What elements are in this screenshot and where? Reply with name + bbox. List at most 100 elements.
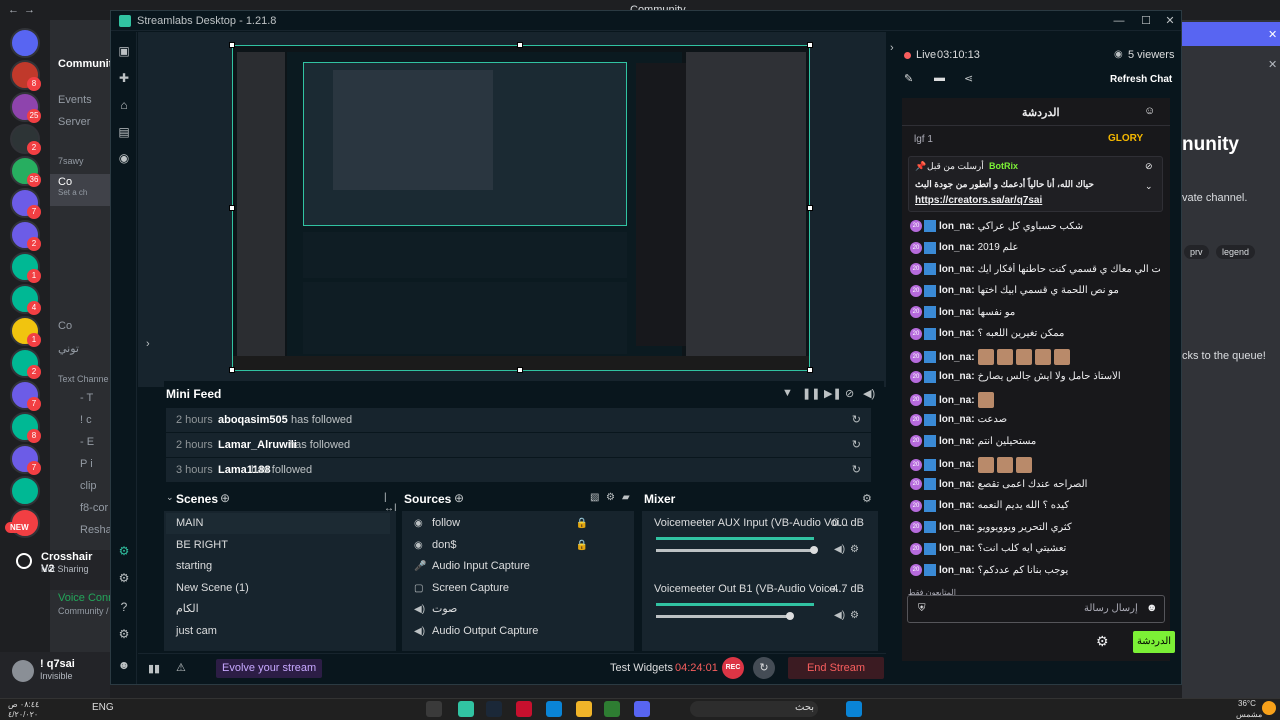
maximize-icon[interactable]: ☐: [1137, 13, 1155, 29]
properties-icon[interactable]: ⚙: [606, 492, 615, 503]
lock-icon[interactable]: 🔒: [576, 535, 588, 556]
app2-icon[interactable]: [604, 701, 620, 717]
chat-username[interactable]: lon_na:: [939, 371, 975, 382]
scene-item[interactable]: BE RIGHT: [166, 535, 390, 556]
mute-icon[interactable]: ◀): [834, 610, 845, 621]
channel-2[interactable]: Co: [58, 320, 72, 332]
text-channel-item[interactable]: - T: [80, 392, 93, 404]
server-icon[interactable]: [10, 476, 40, 506]
channel-3[interactable]: توني: [58, 342, 79, 355]
mute-icon[interactable]: ◀): [834, 544, 845, 555]
resize-handle-ml[interactable]: [229, 205, 235, 211]
add-scene-icon[interactable]: ⊕: [220, 491, 230, 505]
gear-icon[interactable]: ⚙: [117, 627, 131, 641]
scene-item[interactable]: just cam: [166, 621, 390, 642]
pinned-link[interactable]: https://creators.sa/ar/q7sai: [915, 195, 1042, 206]
source-item[interactable]: ◉ follow 🔒: [404, 513, 628, 534]
edge-icon[interactable]: [546, 701, 562, 717]
channel-settings-icon[interactable]: ⚙: [850, 610, 859, 621]
chat-username[interactable]: lon_na:: [939, 307, 975, 318]
server-icon[interactable]: 1: [10, 252, 41, 283]
events-link[interactable]: Events: [58, 94, 92, 106]
streamlabs-taskbar-icon[interactable]: [458, 701, 474, 717]
chat-settings-icon[interactable]: ⚙: [1096, 633, 1109, 650]
chat-username[interactable]: lon_na:: [939, 436, 975, 447]
tag-prv[interactable]: prv: [1184, 245, 1209, 259]
stream-preview[interactable]: [232, 45, 810, 371]
avatar[interactable]: [12, 660, 34, 682]
steam-icon[interactable]: [486, 701, 502, 717]
feed-row[interactable]: 2 hours aboqasim505 has followed ↻: [166, 408, 871, 432]
chevron-down-icon[interactable]: ⌄: [1145, 181, 1153, 192]
text-channel-item[interactable]: Reshac: [80, 524, 110, 536]
test-widgets-button[interactable]: Test Widgets: [610, 662, 673, 674]
resize-handle-bc[interactable]: [517, 367, 523, 373]
close-icon[interactable]: ✕: [1161, 13, 1179, 29]
text-channel-item[interactable]: - E: [80, 436, 94, 448]
scene-item[interactable]: الكام: [166, 599, 390, 620]
mute-alerts-icon[interactable]: ⊘: [845, 387, 854, 400]
folder-icon[interactable]: ▰: [622, 492, 630, 503]
voice-connected[interactable]: Voice Connect: [58, 592, 110, 604]
channel-settings-icon[interactable]: ⚙: [850, 544, 859, 555]
lang-indicator[interactable]: ENG: [92, 702, 114, 713]
hide-icon[interactable]: ⊘: [1145, 161, 1153, 172]
scene-item[interactable]: New Scene (1): [166, 578, 390, 599]
emote-picker-icon[interactable]: ☻: [1146, 602, 1158, 614]
chat-input[interactable]: ⛨ إرسال رسالة ☻: [907, 595, 1165, 623]
activity-card[interactable]: Crosshair V2 Not Sharing: [8, 548, 108, 588]
mixer-settings-icon[interactable]: ⚙: [862, 492, 872, 505]
studio-icon[interactable]: ▣: [117, 44, 131, 58]
resize-handle-bl[interactable]: [229, 367, 235, 373]
replay-alert-icon[interactable]: ↻: [852, 438, 861, 451]
tag-legend[interactable]: legend: [1216, 245, 1256, 259]
chat-send-button[interactable]: الدردشة: [1133, 631, 1175, 653]
server-header[interactable]: Communit: [58, 58, 110, 70]
server-icon[interactable]: 7: [10, 188, 41, 219]
server-icon[interactable]: 4: [10, 284, 41, 315]
stats-icon[interactable]: ▮▮: [148, 662, 160, 675]
scene-item[interactable]: MAIN: [166, 513, 390, 534]
discord-taskbar-icon[interactable]: [634, 701, 650, 717]
profile-icon[interactable]: ☻: [117, 658, 131, 672]
feed-row[interactable]: 2 hours Lamar_Alruwili has followed ↻: [166, 433, 871, 457]
chat-username[interactable]: lon_na:: [939, 352, 975, 363]
text-channels-label[interactable]: Text Channe: [58, 374, 109, 384]
shield-icon[interactable]: ⛨: [918, 603, 926, 614]
close-icon[interactable]: ✕: [1268, 28, 1277, 41]
server-icon[interactable]: [10, 28, 40, 58]
pause-icon[interactable]: ❚❚: [802, 387, 820, 400]
server-icon[interactable]: 8: [10, 412, 41, 443]
record-icon[interactable]: ◉: [117, 151, 131, 165]
volume-slider[interactable]: [656, 549, 814, 552]
chat-username[interactable]: lon_na:: [939, 565, 975, 576]
resize-handle-tc[interactable]: [517, 42, 523, 48]
edit-icon[interactable]: ✎: [904, 72, 913, 85]
highlighter-icon[interactable]: ⚙: [117, 544, 131, 558]
minimize-icon[interactable]: —: [1110, 13, 1128, 29]
chat-username[interactable]: lon_na:: [939, 543, 975, 554]
volume-knob[interactable]: [810, 546, 818, 554]
record-button[interactable]: REC: [722, 657, 744, 679]
server-icon[interactable]: 7: [10, 444, 41, 475]
end-stream-button[interactable]: End Stream: [788, 657, 884, 679]
share-icon[interactable]: ⋖: [964, 72, 973, 85]
close-icon-2[interactable]: ✕: [1268, 58, 1277, 71]
start-icon[interactable]: [846, 701, 862, 717]
text-channel-item[interactable]: P i: [80, 458, 93, 470]
volume-slider[interactable]: [656, 615, 791, 618]
channel-active[interactable]: Co Set a ch: [50, 174, 110, 206]
server-icon[interactable]: 7: [10, 380, 41, 411]
pinned-message[interactable]: 📌 أرسلت من قبل BotRix ⊘ حياك الله، أنا ح…: [908, 156, 1163, 212]
replay-alert-icon[interactable]: ↻: [852, 413, 861, 426]
app-icon[interactable]: [516, 701, 532, 717]
text-channel-item[interactable]: clip: [80, 480, 97, 492]
source-item[interactable]: ◀) Audio Output Capture: [404, 621, 628, 642]
chat-username[interactable]: lon_na:: [939, 221, 975, 232]
text-channel-item[interactable]: f8-cor: [80, 502, 108, 514]
source-item[interactable]: ▢ Screen Capture: [404, 578, 628, 599]
server-icon[interactable]: 2: [10, 220, 41, 251]
expand-right-icon[interactable]: ›: [890, 42, 894, 54]
server-link[interactable]: Server: [58, 116, 90, 128]
resize-handle-br[interactable]: [807, 367, 813, 373]
